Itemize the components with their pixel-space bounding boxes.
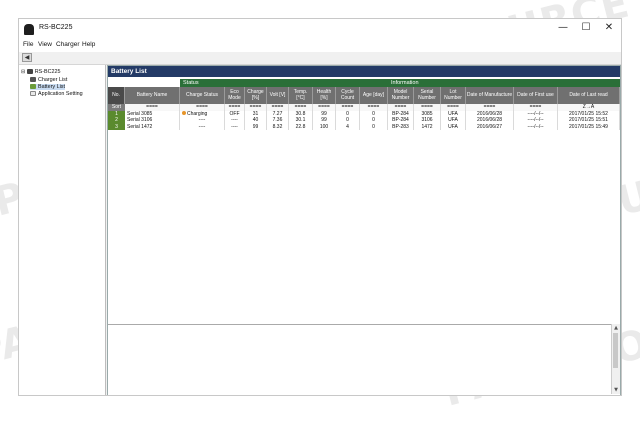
cell-cycle-count[interactable]: 4 — [336, 123, 360, 130]
app-window: RS-BC225 — ☐ ✕ File View Charger Help ◀ … — [18, 18, 622, 396]
menu-view[interactable]: View — [38, 41, 52, 48]
scroll-up-icon[interactable]: ▲ — [612, 325, 620, 331]
col-header-model-number[interactable]: Model Number — [388, 87, 414, 104]
col-header-date-manufacture[interactable]: Date of Manufacture — [466, 87, 514, 104]
log-area[interactable] — [108, 324, 620, 395]
collapse-icon[interactable]: ⊟ — [21, 69, 25, 75]
cell-temp[interactable]: 22.8 — [289, 123, 313, 130]
tree-item-label: Battery List — [38, 84, 65, 90]
window-title: RS-BC225 — [39, 24, 73, 31]
charging-status-icon — [182, 111, 186, 116]
cell-serial-number[interactable]: 1472 — [414, 123, 441, 130]
cell-battery-name[interactable]: Serial 1472 — [125, 123, 180, 130]
cell-eco-mode[interactable]: ---- — [225, 123, 245, 130]
toolbar: ◀ — [19, 52, 621, 65]
device-icon — [26, 69, 33, 75]
battery-icon — [30, 84, 36, 90]
cell-charge[interactable]: 99 — [245, 123, 267, 130]
cell-health[interactable]: 100 — [313, 123, 336, 130]
scroll-down-icon[interactable]: ▼ — [612, 387, 620, 393]
col-header-health[interactable]: Health [%] — [313, 87, 336, 104]
col-header-battery-name[interactable]: Battery Name — [125, 87, 180, 104]
col-header-eco-mode[interactable]: Eco Mode — [225, 87, 245, 104]
battery-table: Status Information No. Battery Name Char… — [108, 79, 620, 323]
title-bar: RS-BC225 — ☐ ✕ — [19, 19, 621, 41]
menu-help[interactable]: Help — [82, 41, 95, 48]
app-icon — [24, 24, 34, 35]
panel-title: Battery List — [108, 66, 620, 77]
tree-root[interactable]: ⊟ RS-BC225 — [21, 69, 60, 75]
group-header-information: Information — [388, 79, 620, 87]
cell-age[interactable]: 0 — [360, 123, 388, 130]
settings-icon — [30, 91, 36, 97]
cell-date-manufacture[interactable]: 2016/06/27 — [466, 123, 514, 130]
col-header-lot-number[interactable]: Lot Number — [441, 87, 466, 104]
charge-status-text: Charging — [187, 110, 208, 117]
tree-item-label: Application Setting — [38, 91, 83, 97]
log-scrollbar[interactable]: ▲ ▼ — [611, 324, 620, 394]
col-header-temp[interactable]: Temp. [°C] — [289, 87, 313, 104]
back-icon[interactable]: ◀ — [22, 53, 32, 62]
tree-item-charger-list[interactable]: Charger List — [30, 77, 67, 83]
charger-icon — [30, 77, 36, 83]
menu-bar: File View Charger Help — [19, 41, 621, 52]
battery-list-panel: Battery List Status Information No. Batt… — [107, 65, 621, 395]
menu-file[interactable]: File — [23, 41, 33, 48]
col-header-no[interactable]: No. — [108, 87, 125, 104]
cell-model-number[interactable]: BP-283 — [388, 123, 414, 130]
cell-date-first-use[interactable]: ----/--/-- — [514, 123, 558, 130]
cell-lot-number[interactable]: UFA — [441, 123, 466, 130]
cell-date-last-read[interactable]: 2017/01/25 15:49 — [558, 123, 620, 130]
tree-item-label: Charger List — [38, 77, 68, 83]
cell-volt[interactable]: 8.32 — [267, 123, 289, 130]
close-button[interactable]: ✕ — [599, 22, 619, 33]
tree-item-battery-list[interactable]: Battery List — [30, 84, 65, 90]
group-header-status: Status — [180, 79, 388, 87]
col-header-age[interactable]: Age [day] — [360, 87, 388, 104]
col-header-date-first-use[interactable]: Date of First use — [514, 87, 558, 104]
col-header-volt[interactable]: Volt [V] — [267, 87, 289, 104]
tree-item-application-setting[interactable]: Application Setting — [30, 91, 83, 97]
col-header-charge[interactable]: Charge [%] — [245, 87, 267, 104]
cell-charge-status[interactable]: ---- — [180, 123, 225, 130]
menu-charger[interactable]: Charger — [56, 41, 79, 48]
col-header-charge-status[interactable]: Charge Status — [180, 87, 225, 104]
minimize-button[interactable]: — — [553, 22, 573, 33]
col-header-date-last-read[interactable]: Date of Last read — [558, 87, 620, 104]
col-header-serial-number[interactable]: Serial Number — [414, 87, 441, 104]
maximize-button[interactable]: ☐ — [576, 22, 596, 33]
col-header-cycle-count[interactable]: Cycle Count — [336, 87, 360, 104]
row-number[interactable]: 3 — [108, 123, 125, 130]
tree-root-label: RS-BC225 — [34, 69, 61, 75]
navigation-tree: ⊟ RS-BC225 Charger List Battery List App… — [19, 65, 106, 395]
scroll-thumb[interactable] — [613, 333, 618, 368]
